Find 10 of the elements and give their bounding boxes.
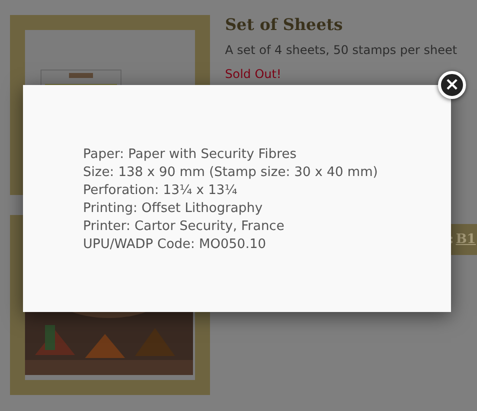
spec-line: Paper: Paper with Security Fibres	[83, 146, 298, 164]
spec-line: UPU/WADP Code: MO050.10	[83, 236, 267, 254]
spec-line: Printing: Offset Lithography	[83, 200, 264, 218]
spec-line: Printer: Cartor Security, France	[83, 218, 286, 236]
product-title: Set of Sheets	[225, 15, 344, 35]
product-description: A set of 4 sheets, 50 stamps per sheet	[225, 42, 458, 59]
sold-out-label: Sold Out!	[225, 66, 282, 83]
spec-line: Size: 138 x 90 mm (Stamp size: 30 x 40 mm)	[83, 164, 379, 182]
close-button[interactable]: ×	[438, 71, 466, 99]
spec-line: Perforation: 13¼ x 13¼	[83, 182, 238, 200]
